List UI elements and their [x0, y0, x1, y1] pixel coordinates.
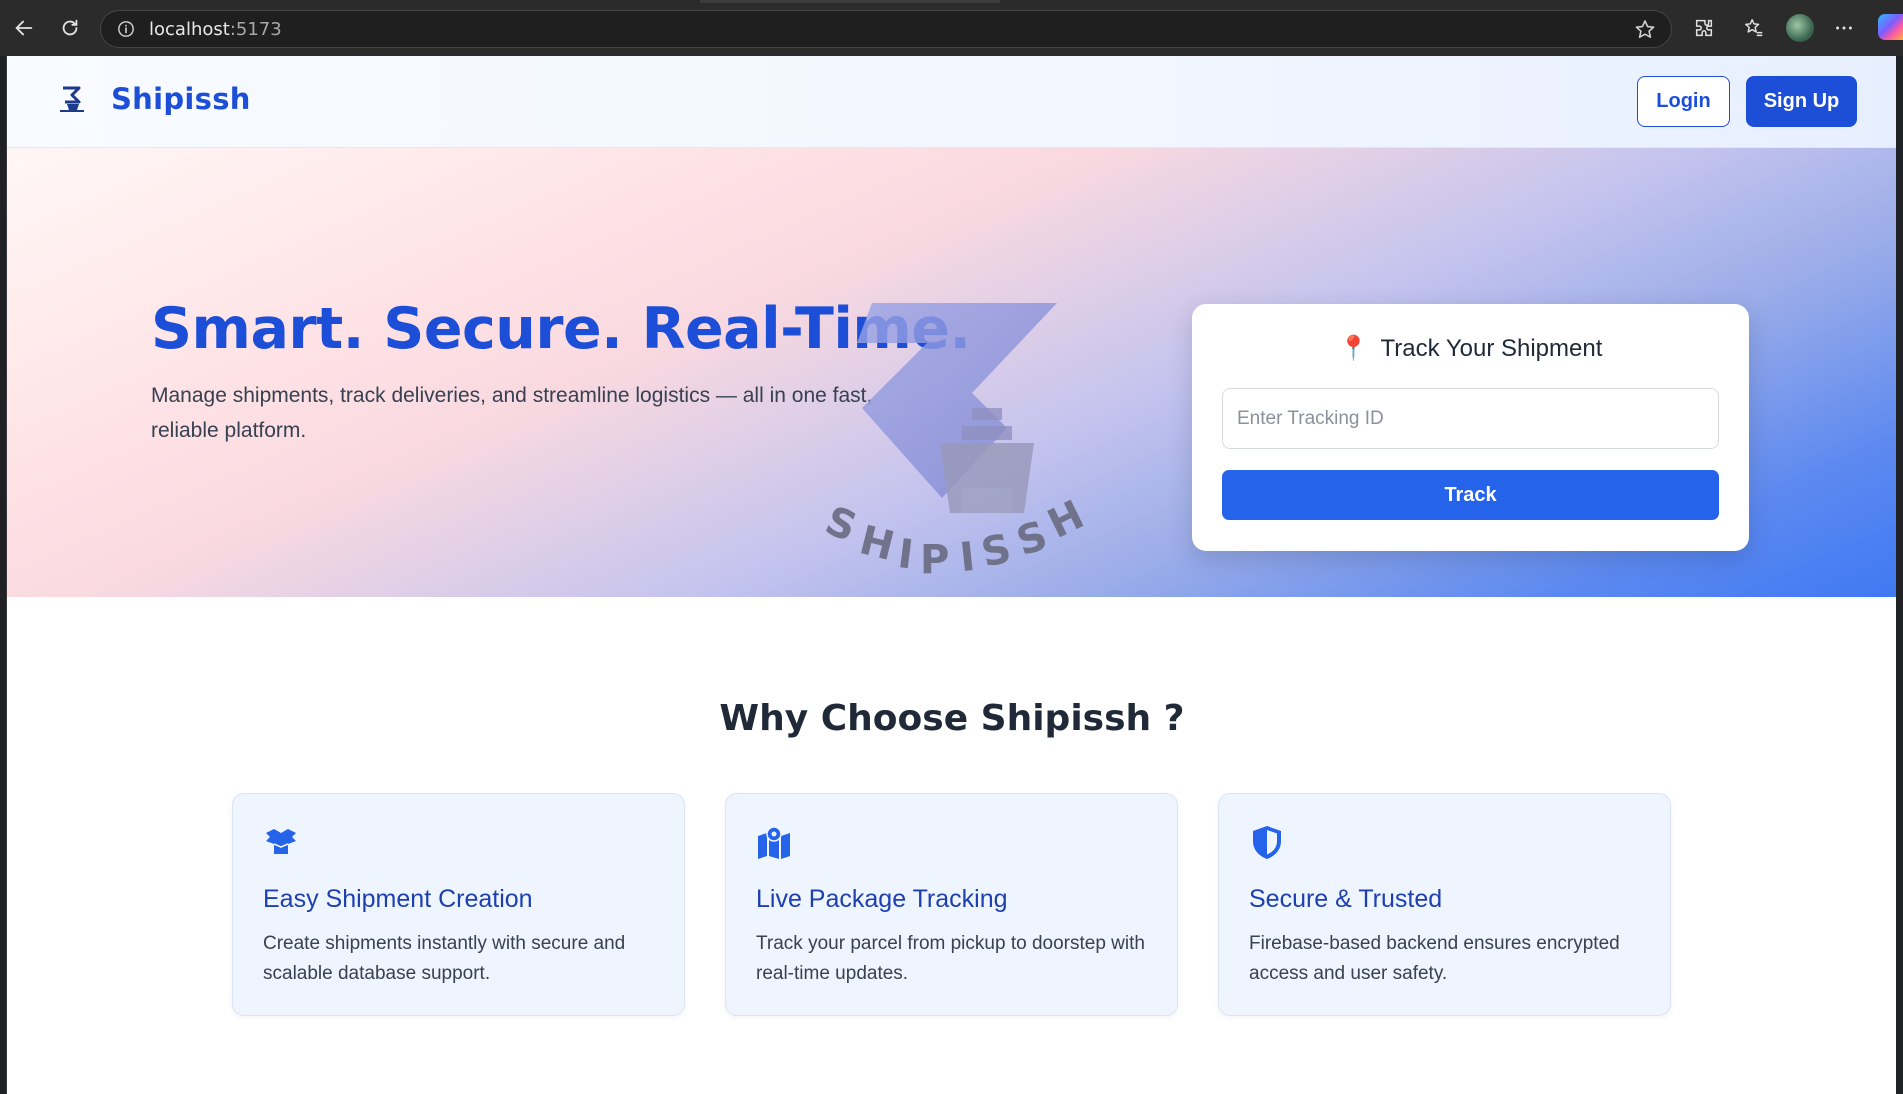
track-button[interactable]: Track	[1222, 470, 1719, 520]
tracking-id-input[interactable]	[1222, 388, 1719, 449]
box-open-icon	[266, 829, 296, 854]
feature-card-shipment: Easy Shipment Creation Create shipments …	[232, 793, 685, 1016]
feature-card-secure: Secure & Trusted Firebase-based backend …	[1218, 793, 1671, 1016]
address-bar[interactable]: localhost:5173	[100, 10, 1672, 48]
map-location-icon	[758, 826, 790, 859]
more-menu-icon[interactable]	[1828, 12, 1860, 44]
feature-card-tracking: Live Package Tracking Track your parcel …	[725, 793, 1178, 1016]
shipissh-watermark-logo: S H I P I S S H	[822, 303, 1091, 583]
back-icon[interactable]	[8, 12, 40, 44]
favorites-icon[interactable]	[1738, 12, 1770, 44]
tracking-card: 📍 Track Your Shipment Track	[1192, 304, 1749, 551]
feature-description: Create shipments instantly with secure a…	[263, 933, 626, 984]
svg-text:P: P	[920, 537, 949, 583]
tracking-card-title: 📍 Track Your Shipment	[1192, 334, 1749, 363]
brand-name[interactable]: Shipissh	[111, 82, 251, 116]
browser-chrome: localhost:5173	[0, 0, 1903, 56]
profile-avatar[interactable]	[1786, 14, 1814, 42]
svg-text:I: I	[895, 531, 915, 578]
page-viewport: Shipissh Login Sign Up Smart. Secure. Re…	[6, 56, 1896, 1094]
svg-text:I: I	[958, 534, 978, 581]
feature-description: Firebase-based backend ensures encrypted…	[1249, 933, 1620, 984]
signup-button[interactable]: Sign Up	[1746, 76, 1857, 127]
reload-icon[interactable]	[54, 12, 86, 44]
url-text: localhost:5173	[149, 18, 282, 40]
svg-text:S: S	[822, 498, 863, 551]
copilot-icon[interactable]	[1878, 14, 1903, 40]
svg-text:S: S	[977, 526, 1015, 577]
ship-logo-icon[interactable]	[57, 84, 87, 114]
tracking-title-text: Track Your Shipment	[1380, 334, 1603, 362]
shield-icon	[1253, 826, 1281, 859]
feature-description: Track your parcel from pickup to doorste…	[756, 933, 1145, 984]
login-button[interactable]: Login	[1637, 76, 1730, 127]
bookmark-star-icon[interactable]	[1633, 18, 1657, 42]
features-heading: Why Choose Shipissh ?	[719, 698, 1185, 739]
site-info-icon[interactable]	[117, 20, 135, 38]
feature-title: Live Package Tracking	[756, 885, 1008, 913]
svg-text:H: H	[1041, 492, 1091, 548]
svg-text:H: H	[855, 517, 899, 570]
extensions-icon[interactable]	[1688, 12, 1720, 44]
hero-section: Smart. Secure. Real-Time. Manage shipmen…	[7, 148, 1896, 597]
hero-subtitle: Manage shipments, track deliveries, and …	[151, 384, 873, 442]
tab-strip	[700, 0, 1000, 3]
navbar: Shipissh Login Sign Up	[7, 56, 1896, 148]
feature-title: Secure & Trusted	[1249, 885, 1443, 913]
feature-title: Easy Shipment Creation	[263, 885, 533, 913]
map-pin-icon: 📍	[1338, 335, 1369, 362]
